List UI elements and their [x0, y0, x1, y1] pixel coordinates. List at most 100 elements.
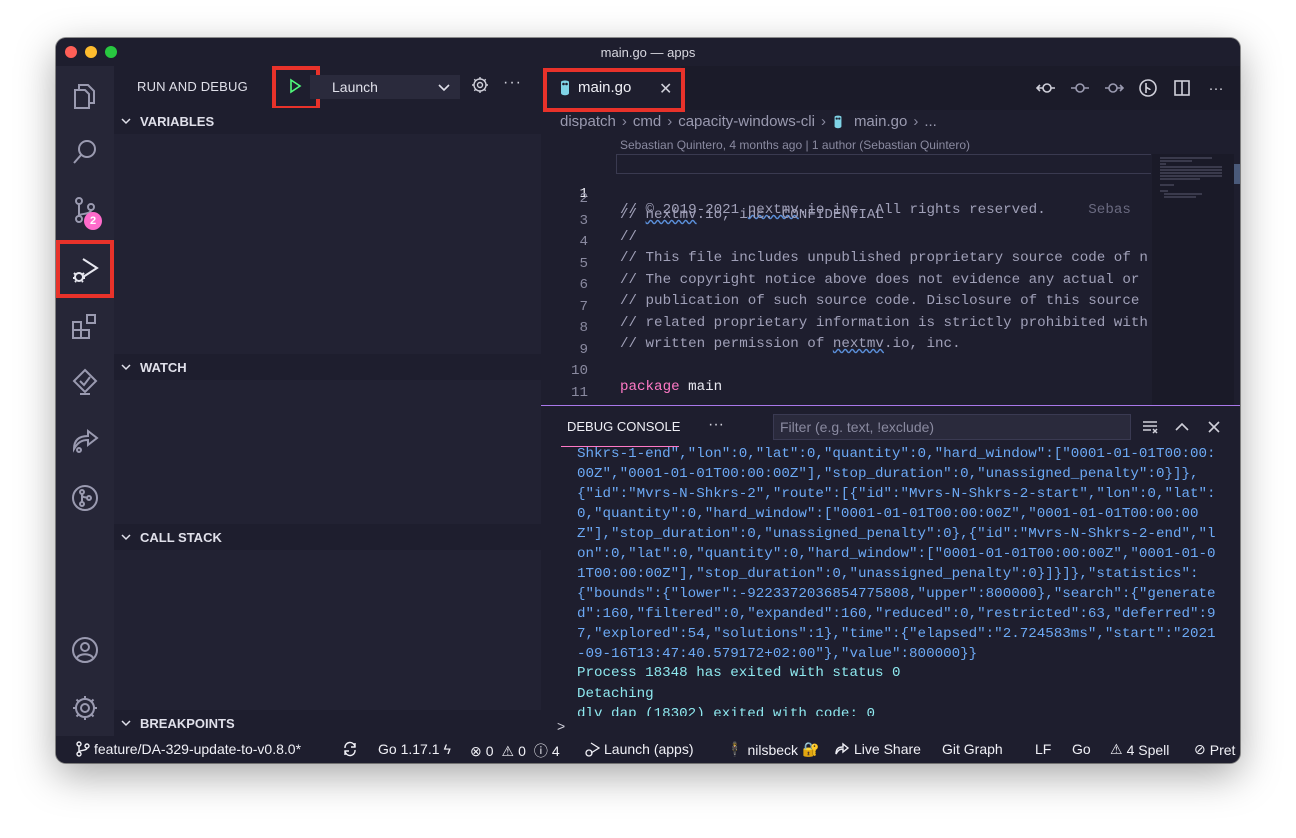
scm-badge: 2	[84, 212, 102, 230]
git-commit-forward-icon[interactable]	[1104, 78, 1124, 98]
prettier-label: Pret	[1209, 741, 1236, 758]
breakpoints-label: BREAKPOINTS	[140, 715, 235, 731]
info-icon: ⓘ	[533, 743, 548, 759]
prohibited-icon: ⊘	[1194, 741, 1206, 757]
more-actions-icon[interactable]: ···	[708, 416, 724, 434]
activity-live-share[interactable]	[56, 412, 114, 468]
warning-count: 0	[518, 743, 526, 759]
close-window-button[interactable]	[65, 46, 77, 58]
code-editor[interactable]: 1 // © 2019-2021 nextmv.io inc. All righ…	[541, 154, 1151, 408]
status-prettier[interactable]: ⊘ Pret	[1194, 741, 1235, 758]
activity-extensions[interactable]	[56, 298, 114, 354]
call-stack-section: CALL STACK	[114, 524, 541, 712]
activity-explorer[interactable]	[56, 68, 114, 124]
more-actions-icon[interactable]: ···	[503, 74, 522, 92]
console-prompt[interactable]: >	[557, 718, 565, 734]
activity-accounts[interactable]	[56, 622, 114, 678]
minimap-scroll-indicator	[1234, 164, 1240, 184]
live-share-icon	[72, 428, 99, 453]
console-line: d":160,"filtered":0,"expanded":160,"redu…	[577, 606, 1216, 622]
chevron-down-icon	[121, 534, 131, 541]
run-debug-highlight	[56, 240, 114, 298]
console-line: dlv dap (18302) exited with code: 0	[577, 706, 875, 716]
person-icon: 🕴	[726, 741, 744, 757]
editor-tabs: main.go ✕ ···	[541, 66, 1240, 112]
status-git-graph[interactable]: Git Graph	[942, 741, 1003, 757]
status-live-share[interactable]: Live Share	[834, 741, 921, 757]
lock-icon: 🔐	[802, 741, 820, 757]
go-file-icon	[834, 115, 842, 128]
call-stack-header[interactable]: CALL STACK	[114, 524, 541, 550]
activity-manage[interactable]	[56, 680, 114, 736]
git-graph-action-icon[interactable]	[1138, 78, 1158, 98]
chevron-down-icon	[121, 720, 131, 727]
sync-icon	[344, 741, 356, 757]
tab-debug-console[interactable]: DEBUG CONSOLE	[567, 419, 680, 434]
code-line: 9	[541, 326, 1151, 358]
status-launch[interactable]: Launch (apps)	[584, 741, 694, 757]
variables-header[interactable]: VARIABLES	[114, 108, 541, 134]
chevron-down-icon	[121, 364, 131, 371]
open-launch-json-button[interactable]	[471, 76, 489, 99]
panel-actions	[1141, 418, 1223, 441]
git-commit-icon[interactable]	[1070, 78, 1090, 98]
status-sync[interactable]	[342, 741, 358, 757]
status-eol[interactable]: LF	[1035, 741, 1051, 757]
breadcrumb-item[interactable]: cmd	[633, 113, 661, 130]
chevron-right-icon: ›	[913, 113, 919, 130]
breadcrumb-item[interactable]: ...	[924, 113, 937, 130]
breadcrumb-item[interactable]: main.go	[854, 113, 907, 130]
launch-config-value: Launch	[332, 79, 378, 95]
codelens-blame[interactable]: Sebastian Quintero, 4 months ago | 1 aut…	[620, 138, 970, 152]
more-actions-icon[interactable]: ···	[1206, 78, 1226, 98]
breadcrumb-item[interactable]: dispatch	[560, 113, 616, 130]
chevron-right-icon: ›	[820, 113, 826, 130]
breakpoints-section: BREAKPOINTS	[114, 710, 541, 736]
activity-testing[interactable]	[56, 354, 114, 410]
minimap[interactable]	[1152, 154, 1234, 408]
run-debug-sidebar: RUN AND DEBUG Launch ··· VARIABLES WATCH…	[114, 66, 541, 736]
watch-header[interactable]: WATCH	[114, 354, 541, 380]
activity-search[interactable]	[56, 124, 114, 180]
code-line: 6 // publication of such source code. Di…	[541, 261, 1151, 309]
warning-icon: ⚠	[1110, 741, 1123, 757]
account-icon	[72, 637, 98, 663]
split-editor-icon[interactable]	[1172, 78, 1192, 98]
spell-label: 4 Spell	[1126, 741, 1170, 758]
minimize-window-button[interactable]	[85, 46, 97, 58]
console-output[interactable]: Shkrs-1-end","lon":0,"lat":0,"quantity":…	[577, 446, 1237, 716]
status-language[interactable]: Go	[1072, 741, 1091, 757]
maximize-window-button[interactable]	[105, 46, 117, 58]
status-spell[interactable]: ⚠ 4 Spell	[1110, 741, 1169, 758]
eol-label: LF	[1035, 741, 1052, 757]
chevron-right-icon: ›	[667, 113, 673, 130]
breadcrumb: dispatch › cmd › capacity-windows-cli › …	[560, 113, 937, 130]
console-filter-input[interactable]: Filter (e.g. text, !exclude)	[773, 414, 1131, 440]
code-line: 5 // The copyright notice above does not…	[541, 240, 1151, 288]
git-commit-back-icon[interactable]	[1036, 78, 1056, 98]
console-line: 0,"quantity":0,"hard_window":["0001-01-0…	[577, 506, 1199, 522]
status-branch[interactable]: feature/DA-329-update-to-v0.8.0*	[76, 741, 301, 757]
chevron-up-icon[interactable]	[1173, 418, 1191, 441]
activity-source-control[interactable]: 2	[56, 182, 114, 238]
activity-git-graph[interactable]	[56, 470, 114, 526]
status-problems[interactable]: ⊗ 0 ⚠ 0 ⓘ 4	[470, 741, 560, 761]
window-title: main.go — apps	[600, 44, 696, 60]
clear-console-icon[interactable]	[1141, 418, 1159, 441]
go-version: Go 1.17.1	[378, 741, 440, 757]
tab-highlight	[543, 68, 685, 112]
status-go-version[interactable]: Go 1.17.1 ϟ	[378, 741, 451, 757]
variables-label: VARIABLES	[140, 113, 215, 129]
close-icon[interactable]	[1205, 418, 1223, 441]
breadcrumb-item[interactable]: capacity-windows-cli	[678, 113, 815, 130]
editor-group: main.go ✕ ··· dispatch › cmd › capacity-…	[541, 66, 1240, 408]
breakpoints-header[interactable]: BREAKPOINTS	[114, 710, 541, 736]
launch-config-select[interactable]: Launch	[310, 75, 460, 99]
console-line: Process 18348 has exited with status 0	[577, 665, 901, 681]
error-icon: ⊗	[470, 742, 482, 759]
files-icon	[74, 84, 95, 109]
code-line: 11	[541, 369, 1151, 401]
status-user[interactable]: 🕴 nilsbeck 🔐	[726, 741, 819, 758]
console-line: -09-16T13:47:40.579172+02:00"},"value":8…	[577, 646, 978, 662]
live-share-label: Live Share	[854, 741, 921, 757]
